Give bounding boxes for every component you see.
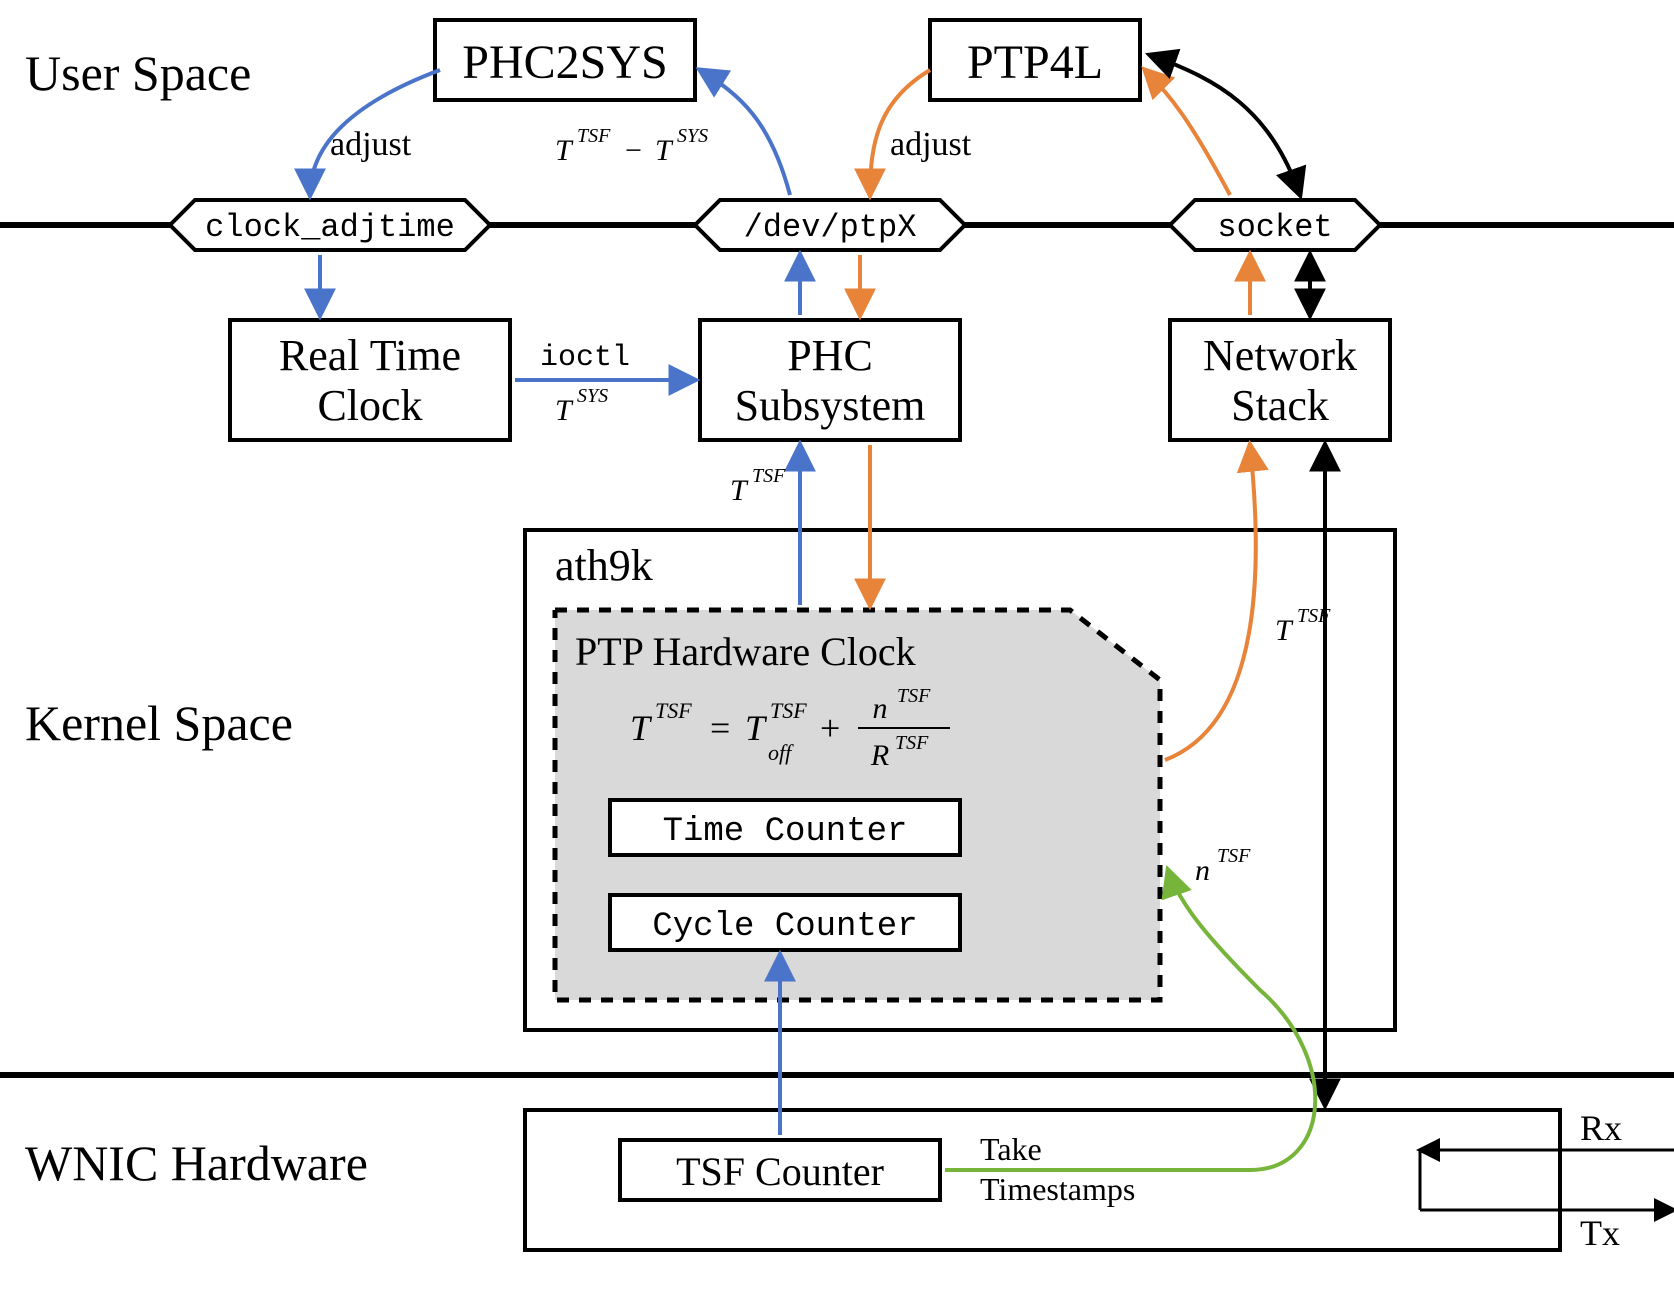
svg-text:socket: socket [1217, 209, 1332, 246]
phc2sys-label: PHC2SYS [462, 36, 667, 89]
svg-text:T: T [555, 394, 574, 427]
label-adjust-2: adjust [890, 126, 972, 163]
svg-text:R: R [870, 739, 889, 772]
rx-label: Rx [1580, 1108, 1622, 1148]
label-adjust-1: adjust [330, 126, 412, 163]
rtc-label-1: Real Time [279, 331, 461, 380]
label-take1: Take [980, 1131, 1042, 1167]
svg-text:SYS: SYS [677, 125, 708, 147]
svg-text:TSF: TSF [895, 732, 929, 754]
label-tsys: T SYS [555, 385, 608, 427]
svg-text:T: T [1275, 614, 1294, 647]
svg-text:T: T [630, 708, 653, 748]
time-counter-label: Time Counter [663, 813, 908, 851]
tsf-counter-label: TSF Counter [676, 1149, 884, 1194]
arrow-socket-ptp4l-orange [1145, 70, 1230, 195]
label-take2: Timestamps [980, 1171, 1135, 1207]
svg-text:T: T [655, 134, 674, 167]
svg-text:SYS: SYS [577, 385, 608, 407]
svg-text:n: n [873, 692, 888, 725]
phc-hw-title: PTP Hardware Clock [575, 629, 916, 674]
svg-text:+: + [820, 708, 840, 748]
label-ttsf-up: T TSF [730, 465, 786, 507]
rtc-label-2: Clock [317, 381, 422, 430]
svg-text:TSF: TSF [1217, 845, 1251, 867]
cycle-counter-label: Cycle Counter [652, 908, 917, 946]
svg-text:off: off [768, 740, 794, 765]
dev-ptpx-box: /dev/ptpX [695, 200, 965, 250]
svg-text:T: T [730, 474, 749, 507]
svg-text:TSF: TSF [752, 465, 786, 487]
section-user-space: User Space [25, 45, 251, 101]
tx-label: Tx [1580, 1213, 1620, 1253]
phc-subsystem-label-2: Subsystem [735, 381, 926, 430]
ath9k-label: ath9k [555, 541, 653, 590]
ptp4l-label: PTP4L [967, 36, 1103, 89]
svg-text:TSF: TSF [655, 698, 692, 723]
svg-text:T: T [745, 708, 768, 748]
socket-box: socket [1170, 200, 1380, 250]
svg-text:T: T [555, 134, 574, 167]
section-kernel-space: Kernel Space [25, 695, 293, 751]
phc-subsystem-label-1: PHC [787, 331, 873, 380]
svg-text:/dev/ptpX: /dev/ptpX [744, 209, 917, 246]
svg-text:n: n [1195, 854, 1210, 887]
network-stack-label-1: Network [1203, 331, 1357, 380]
svg-text:−: − [625, 134, 642, 167]
svg-text:clock_adjtime: clock_adjtime [205, 209, 455, 246]
svg-text:=: = [710, 708, 730, 748]
svg-text:TSF: TSF [770, 698, 807, 723]
label-ioctl: ioctl [540, 341, 630, 375]
section-wnic-hardware: WNIC Hardware [25, 1135, 368, 1191]
network-stack-label-2: Stack [1231, 381, 1329, 430]
arrow-devptpx-phc2sys [700, 70, 790, 195]
svg-text:TSF: TSF [577, 125, 611, 147]
svg-text:TSF: TSF [897, 685, 931, 707]
label-ttsf-minus-tsys: T TSF − T SYS [555, 125, 708, 167]
arrow-socket-ptp4l-black [1150, 55, 1300, 195]
clock-adjtime-box: clock_adjtime [170, 200, 490, 250]
